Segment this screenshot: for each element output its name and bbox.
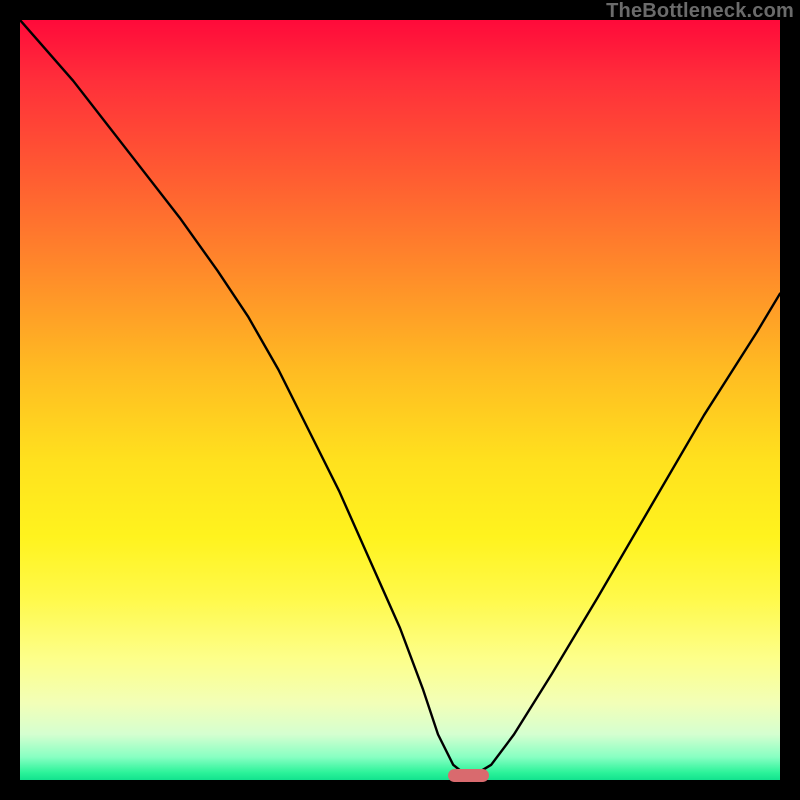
minimum-marker [448, 769, 490, 782]
plot-area [20, 20, 780, 780]
chart-frame: TheBottleneck.com [0, 0, 800, 800]
bottleneck-curve [20, 20, 780, 780]
